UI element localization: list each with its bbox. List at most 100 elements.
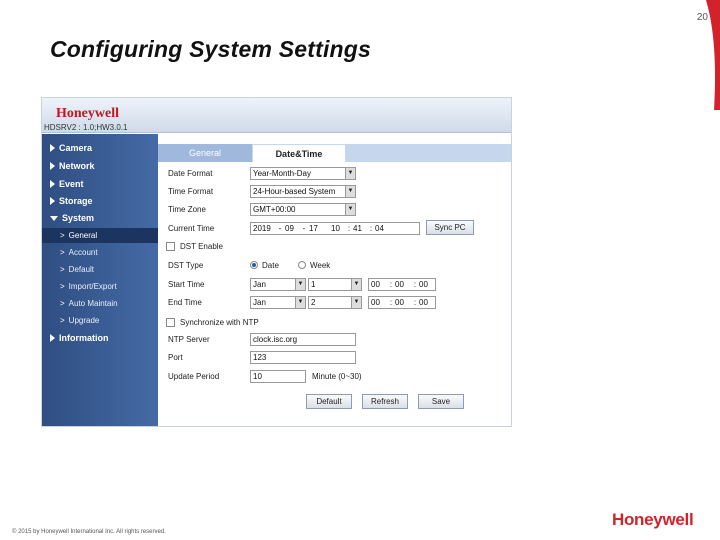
settings-screenshot: Honeywell HDSRV2 : 1.0;HW3.0.1 Camera Ne… [41,97,512,427]
dropdown-arrow-icon: ▼ [295,296,305,308]
chevron-right-icon: > [60,231,65,240]
dst-type-week-label: Week [310,260,331,270]
end-month-select[interactable]: Jan ▼ [250,295,306,309]
time-separator: : [369,223,373,233]
slide: 20 Configuring System Settings Honeywell… [0,0,720,540]
end-min: 00 [395,297,404,307]
copyright-text: © 2015 by Honeywell International Inc. A… [12,529,166,535]
date-format-select[interactable]: Year-Month-Day ▼ [250,166,356,180]
update-period-unit: Minute (0~30) [312,371,362,381]
settings-content: General Date&Time Date Format Year-Month… [158,134,511,426]
dst-enable-label: DST Enable [180,241,223,251]
time-zone-select[interactable]: GMT+00:00 ▼ [250,202,356,216]
slide-number: 20 [696,12,708,23]
time-format-select[interactable]: 24-Hour-based System ▼ [250,184,356,198]
dst-type-date-radio[interactable] [250,261,258,269]
current-day: 17 [309,223,318,233]
time-zone-row: Time Zone GMT+00:00 ▼ [168,202,508,216]
dst-type-date-label: Date [262,260,279,270]
expand-arrow-icon [50,162,55,170]
start-sec: 00 [419,279,428,289]
current-time-row: Current Time 2019 - 09 - 17 10 : 41 : 04… [168,220,508,235]
sidebar: Camera Network Event Storage System > Gen… [42,134,158,426]
start-month-select[interactable]: Jan ▼ [250,277,306,291]
current-min: 41 [353,223,362,233]
port-input[interactable]: 123 [250,350,356,364]
expand-arrow-icon [50,334,55,342]
update-period-input[interactable]: 10 [250,369,306,383]
update-period-row: Update Period 10 Minute (0~30) [168,369,508,383]
tab-bar: General Date&Time [158,144,511,162]
chevron-right-icon: > [60,316,65,325]
current-time-input[interactable]: 2019 - 09 - 17 10 : 41 : 04 [250,221,420,235]
end-day-select[interactable]: 2 ▼ [308,295,362,309]
current-month: 09 [285,223,294,233]
dropdown-arrow-icon: ▼ [345,185,355,197]
sidebar-item-system[interactable]: System [42,210,158,226]
app-logo: Honeywell [56,106,119,121]
update-period-label: Update Period [168,371,220,381]
default-button[interactable]: Default [306,394,352,409]
sidebar-subitem-account[interactable]: > Account [42,245,158,260]
dropdown-arrow-icon: ▼ [345,203,355,215]
chevron-right-icon: > [60,265,65,274]
dst-enable-row: DST Enable [166,239,508,253]
sidebar-item-event[interactable]: Event [42,176,158,192]
time-zone-label: Time Zone [168,204,206,214]
date-separator: - [278,223,282,233]
tab-general[interactable]: General [158,144,252,162]
slide-title: Configuring System Settings [50,36,372,62]
sidebar-item-information[interactable]: Information [42,330,158,346]
date-format-label: Date Format [168,168,213,178]
sidebar-item-network[interactable]: Network [42,158,158,174]
dst-type-week-radio[interactable] [298,261,306,269]
sidebar-subitem-default[interactable]: > Default [42,262,158,277]
tab-date-time[interactable]: Date&Time [252,144,346,162]
port-label: Port [168,352,183,362]
end-time-input[interactable]: 00: 00: 00 [368,295,436,309]
time-format-label: Time Format [168,186,214,196]
sync-ntp-label: Synchronize with NTP [180,317,259,327]
dropdown-arrow-icon: ▼ [351,278,361,290]
dropdown-arrow-icon: ▼ [345,167,355,179]
time-separator: : [389,297,393,307]
app-header: Honeywell HDSRV2 : 1.0;HW3.0.1 [42,98,511,133]
end-time-label: End Time [168,297,202,307]
sidebar-subitem-auto-maintain[interactable]: > Auto Maintain [42,296,158,311]
footer-logo: Honeywell [612,510,694,529]
save-button[interactable]: Save [418,394,464,409]
start-time-row: Start Time Jan ▼ 1 ▼ 00: 00: 00 [168,277,508,291]
sidebar-item-camera[interactable]: Camera [42,140,158,156]
date-separator: - [302,223,306,233]
chevron-right-icon: > [60,282,65,291]
end-sec: 00 [419,297,428,307]
date-format-row: Date Format Year-Month-Day ▼ [168,166,508,180]
chevron-right-icon: > [60,299,65,308]
dropdown-arrow-icon: ▼ [295,278,305,290]
expand-arrow-icon [50,197,55,205]
ntp-server-row: NTP Server clock.isc.org [168,332,508,346]
dropdown-arrow-icon: ▼ [351,296,361,308]
sidebar-subitem-import-export[interactable]: > Import/Export [42,279,158,294]
start-day-select[interactable]: 1 ▼ [308,277,362,291]
ntp-server-label: NTP Server [168,334,210,344]
refresh-button[interactable]: Refresh [362,394,408,409]
sidebar-item-storage[interactable]: Storage [42,193,158,209]
current-year: 2019 [253,223,271,233]
sync-pc-button[interactable]: Sync PC [426,220,474,235]
start-hour: 00 [371,279,380,289]
time-separator: : [389,279,393,289]
port-row: Port 123 [168,350,508,364]
sidebar-subitem-general[interactable]: > General [42,228,158,243]
start-time-input[interactable]: 00: 00: 00 [368,277,436,291]
chevron-right-icon: > [60,248,65,257]
current-time-label: Current Time [168,223,215,233]
current-hour: 10 [331,223,340,233]
ntp-server-input[interactable]: clock.isc.org [250,332,356,346]
dst-enable-checkbox[interactable] [166,241,175,251]
dst-type-label: DST Type [168,260,204,270]
sync-ntp-row: Synchronize with NTP [166,315,508,329]
sidebar-subitem-upgrade[interactable]: > Upgrade [42,313,158,328]
start-time-label: Start Time [168,279,205,289]
sync-ntp-checkbox[interactable] [166,317,175,327]
